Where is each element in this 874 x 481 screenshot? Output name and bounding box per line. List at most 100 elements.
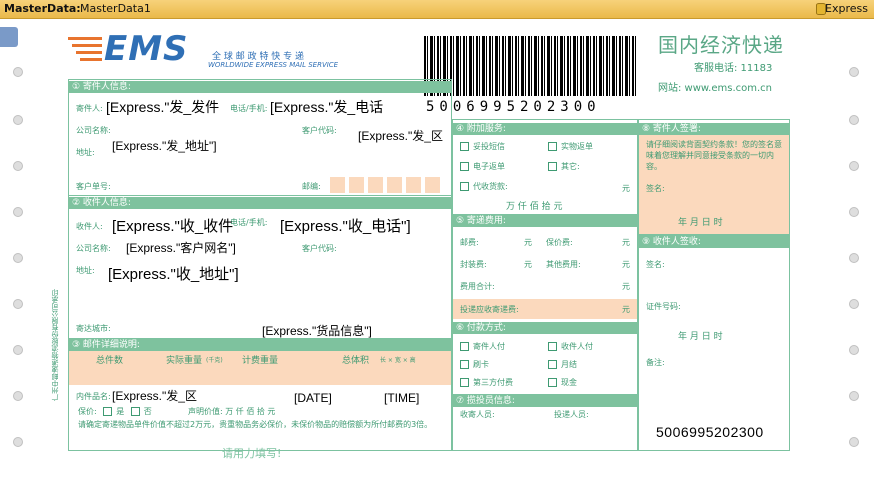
service-title: 国内经济快递: [658, 33, 784, 57]
deliverer-label: 投递人员:: [554, 410, 589, 419]
insured-yes-checkbox[interactable]: [103, 407, 113, 416]
receiver-address-field[interactable]: [Express."收_地址"]: [108, 263, 239, 284]
detail-section-header: ③ 邮件详细说明:: [68, 339, 452, 351]
receiver-name-field[interactable]: [Express."收_收件: [112, 215, 233, 236]
postage-yuan: 元: [524, 238, 532, 247]
ereceipt-checkbox[interactable]: [460, 162, 469, 171]
cod-units: 万 仟 佰 拾 元: [506, 202, 563, 212]
postcode-boxes: [330, 177, 444, 193]
other-checkbox[interactable]: [548, 162, 557, 171]
id-label: 证件号码:: [646, 302, 681, 311]
pay-section-header: ⑥ 付款方式:: [452, 322, 638, 334]
receiver-code-label: 客户代码:: [302, 244, 337, 253]
sender-sign-date: 年 月 日 时: [678, 218, 723, 228]
cod-yuan: 元: [622, 184, 630, 193]
sender-phone-field[interactable]: [Express."发_电话: [270, 97, 383, 117]
collector-section-header: ⑦ 揽投员信息:: [452, 395, 638, 407]
dest-city-label: 寄达城市:: [76, 324, 111, 333]
addl-other-label: 其它:: [561, 162, 580, 171]
postage-label: 邮费:: [460, 238, 479, 247]
pay-third-label: 第三方付费: [473, 378, 513, 387]
hole: [849, 207, 859, 217]
insurance-fee-yuan: 元: [622, 238, 630, 247]
addl-ereceipt-label: 电子返单: [473, 162, 505, 171]
pay-cash-checkbox[interactable]: [548, 378, 557, 387]
total-fee-yuan: 元: [622, 282, 630, 291]
receipt-checkbox[interactable]: [548, 142, 557, 151]
hole: [849, 253, 859, 263]
pay-third-checkbox[interactable]: [460, 378, 469, 387]
addl-ereceipt: 电子返单: [460, 161, 505, 172]
sender-address-field[interactable]: [Express."发_地址"]: [112, 137, 217, 154]
addl-sms-label: 妥投短信: [473, 142, 505, 151]
hole: [849, 391, 859, 401]
receiver-company-label: 公司名称:: [76, 244, 111, 253]
sender-phone-label: 电话/手机:: [230, 104, 268, 113]
pay-monthly: 月结: [548, 359, 577, 370]
hole: [849, 67, 859, 77]
insurance-notice: 请确定寄递物品单件价值不超过2万元，贵重物品务必保价，未保价物品的赔偿额为所付邮…: [78, 420, 433, 429]
col-charge-weight: 计费重量: [242, 356, 279, 366]
addl-cod-label: 代收货款:: [473, 182, 508, 191]
pay-cash: 现金: [548, 377, 577, 388]
pay-sender-checkbox[interactable]: [460, 342, 469, 351]
pay-card-label: 刷卡: [473, 360, 489, 369]
pay-receiver-checkbox[interactable]: [548, 342, 557, 351]
sms-checkbox[interactable]: [460, 142, 469, 151]
pay-cash-label: 现金: [561, 378, 577, 387]
time-field[interactable]: [TIME]: [384, 391, 419, 405]
pay-card-checkbox[interactable]: [460, 360, 469, 369]
ems-logo-text: EMS: [104, 29, 189, 69]
sender-name-label: 寄件人:: [76, 104, 103, 113]
hole: [13, 115, 23, 125]
hole: [13, 161, 23, 171]
pay-monthly-checkbox[interactable]: [548, 360, 557, 369]
sender-postcode-label: 邮编:: [302, 182, 321, 191]
insured-label-text: 保价:: [78, 407, 97, 416]
hole: [849, 299, 859, 309]
receiver-address-label: 地址:: [76, 266, 95, 275]
left-perforation: [4, 19, 30, 481]
sender-address-label: 地址:: [76, 148, 95, 157]
right-perforation: [840, 19, 866, 481]
hole: [849, 345, 859, 355]
logo-en: WORLDWIDE EXPRESS MAIL SERVICE: [208, 61, 339, 69]
content-label: 内件品名:: [76, 392, 111, 401]
barcode: [424, 36, 638, 96]
addl-receipt-label: 实物返单: [561, 142, 593, 151]
sender-region-field[interactable]: [Express."发_区: [358, 127, 443, 144]
receiver-phone-field[interactable]: [Express."收_电话"]: [280, 215, 411, 236]
receiver-section-header: ② 收件人信息:: [68, 197, 452, 209]
sender-region2-field[interactable]: [Express."发_区: [112, 387, 197, 404]
packing-fee-label: 封装费:: [460, 260, 487, 269]
sender-company-label: 公司名称:: [76, 126, 111, 135]
databand-titlebar[interactable]: MasterData: MasterData1 Express: [0, 0, 874, 19]
goods-info-field[interactable]: [Express."货品信息"]: [262, 322, 372, 339]
date-field[interactable]: [DATE]: [294, 391, 332, 405]
addl-section-header: ④ 附加服务:: [452, 123, 638, 135]
cod-checkbox[interactable]: [460, 182, 469, 191]
addl-receipt: 实物返单: [548, 141, 593, 152]
insured-yes-label: 是: [116, 407, 125, 416]
total-payable-label: 投递应收寄递费:: [460, 305, 519, 314]
remark-label: 备注:: [646, 358, 665, 367]
col-actual-weight: 实际重量: [166, 356, 203, 366]
customer-name-field[interactable]: [Express."客户网名"]: [126, 239, 236, 256]
ems-logo: EMS: [68, 29, 203, 71]
pay-third: 第三方付费: [460, 377, 513, 388]
insurance-fee-label: 保价费:: [546, 238, 573, 247]
pay-sender: 寄件人付: [460, 341, 505, 352]
addl-other: 其它:: [548, 161, 580, 172]
insured-no-checkbox[interactable]: [130, 407, 140, 416]
hole: [13, 437, 23, 447]
insured-label: 保价: 是 否: [78, 406, 152, 417]
sender-account-label: 客户单号:: [76, 182, 111, 191]
col-volume: 总体积: [342, 356, 370, 366]
fee-section-header: ⑤ 寄递费用:: [452, 215, 638, 227]
other-fee-label: 其他费用:: [546, 260, 581, 269]
receiver-sign-label: 签名:: [646, 260, 665, 269]
total-payable-yuan: 元: [622, 305, 630, 314]
other-fee-yuan: 元: [622, 260, 630, 269]
hole: [13, 67, 23, 77]
sender-name-field[interactable]: [Express."发_发件: [106, 97, 219, 117]
